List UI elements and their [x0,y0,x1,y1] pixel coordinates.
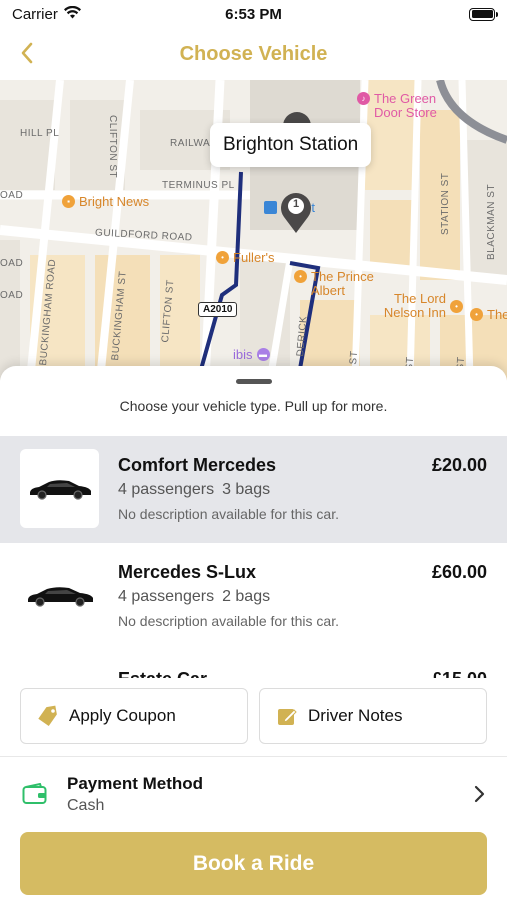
poi-prince-albert[interactable]: • The Prince Albert [294,270,386,298]
vehicle-capacity: 4 passengers 3 bags [118,481,487,499]
pub-icon: • [216,251,229,264]
marker-number: 1 [292,198,300,210]
street-label: HILL PL [20,128,60,139]
bag-count: 2 bags [222,588,271,605]
bag-count: 3 bags [222,481,271,498]
street-label: STATION ST [440,172,451,235]
street-label: OAD [0,258,24,269]
car-icon [27,586,93,607]
vehicle-price: £60.00 [431,562,487,582]
payment-method-row[interactable]: Payment Method Cash [0,764,507,824]
payment-text: Payment Method Cash [67,774,473,815]
poi-label: ibis [233,347,253,362]
map-pin-icon[interactable]: 1 [279,190,313,234]
payment-label: Payment Method [67,773,204,793]
pub-icon: • [294,270,307,283]
vehicle-row[interactable]: Comfort Mercedes 4 passengers 3 bags No d… [0,436,507,543]
street-label: OAD [0,290,24,301]
street-label: OAD [0,190,24,201]
apply-coupon-label: Apply Coupon [69,706,176,725]
street-label: CLIFTON ST [107,115,118,179]
poi-bright-news[interactable]: ▪ Bright News [62,194,149,209]
poi-fullers[interactable]: • Fuller's [216,250,275,265]
poi-label: The Lord Nelson Inn [383,291,446,320]
vehicle-price: £20.00 [431,455,487,475]
street-label: TERMINUS PL [162,180,235,191]
vehicle-description: No description available for this car. [118,613,339,629]
poi-lord-nelson[interactable]: The Lord Nelson Inn • [376,292,463,320]
payment-value: Cash [67,796,105,814]
vehicle-row[interactable]: Mercedes S-Lux 4 passengers 2 bags No des… [0,543,507,650]
vehicle-sheet[interactable]: Choose your vehicle type. Pull up for mo… [0,366,507,900]
book-ride-button[interactable]: Book a Ride [20,832,487,895]
car-icon [29,479,91,500]
wifi-icon [63,5,81,23]
wallet-icon [22,783,47,804]
vehicle-capacity: 4 passengers 2 bags [118,588,487,606]
back-button[interactable] [12,38,42,68]
driver-notes-button[interactable]: Driver Notes [259,688,487,744]
pub-icon: • [470,308,483,321]
vehicle-thumbnail [20,663,99,678]
nav-bar: Choose Vehicle [0,28,507,80]
music-icon: ♪ [357,92,370,105]
hotel-icon: ▬ [256,348,270,361]
shop-icon: ▪ [62,195,75,208]
note-edit-icon [278,709,297,725]
battery-icon [469,7,498,21]
passenger-count: 4 passengers [118,588,215,605]
poi-label: The Prince Albert [311,269,374,298]
driver-notes-label: Driver Notes [308,706,403,725]
poi-ibis[interactable]: ibis ▬ [233,347,270,362]
vehicle-row[interactable]: Estate Car £15.00 [0,650,507,678]
pub-icon: • [450,300,463,313]
status-bar: Carrier 6:53 PM [0,0,507,28]
vehicle-list[interactable]: Comfort Mercedes 4 passengers 3 bags No d… [0,436,507,678]
poi-the[interactable]: • The [470,307,507,322]
vehicle-thumbnail [20,556,99,635]
vehicle-price: £15.00 [432,669,487,678]
vehicle-description: No description available for this car. [118,506,339,522]
poi-label: Fuller's [233,250,275,265]
poi-label: Bright News [79,194,150,209]
status-left: Carrier [12,5,81,23]
action-buttons: Apply Coupon Driver Notes [20,688,487,744]
divider [0,756,507,757]
route-map[interactable]: HILL PL CLIFTON ST RAILWA TERMINUS PL OA… [0,80,507,380]
street-label: RAILWA [170,138,211,149]
carrier-label: Carrier [12,5,58,23]
passenger-count: 4 passengers [118,481,215,498]
chevron-left-icon [21,42,33,64]
apply-coupon-button[interactable]: Apply Coupon [20,688,248,744]
station-tooltip[interactable]: Brighton Station [210,123,372,167]
chevron-right-icon [474,785,485,803]
sheet-hint: Choose your vehicle type. Pull up for mo… [119,398,388,414]
poi-label: The [487,307,507,322]
poi-green-door-store[interactable]: ♪ The Green Door Store [357,92,449,120]
road-shield: A2010 [198,302,238,317]
train-icon [264,201,277,214]
street-label: ST [348,350,361,365]
vehicle-thumbnail [20,449,99,528]
poi-label: The Green Door Store [374,91,437,120]
street-label: BLACKMAN ST [486,183,497,260]
sheet-drag-handle[interactable] [236,379,272,384]
page-title: Choose Vehicle [179,42,328,65]
tag-icon [38,705,57,727]
